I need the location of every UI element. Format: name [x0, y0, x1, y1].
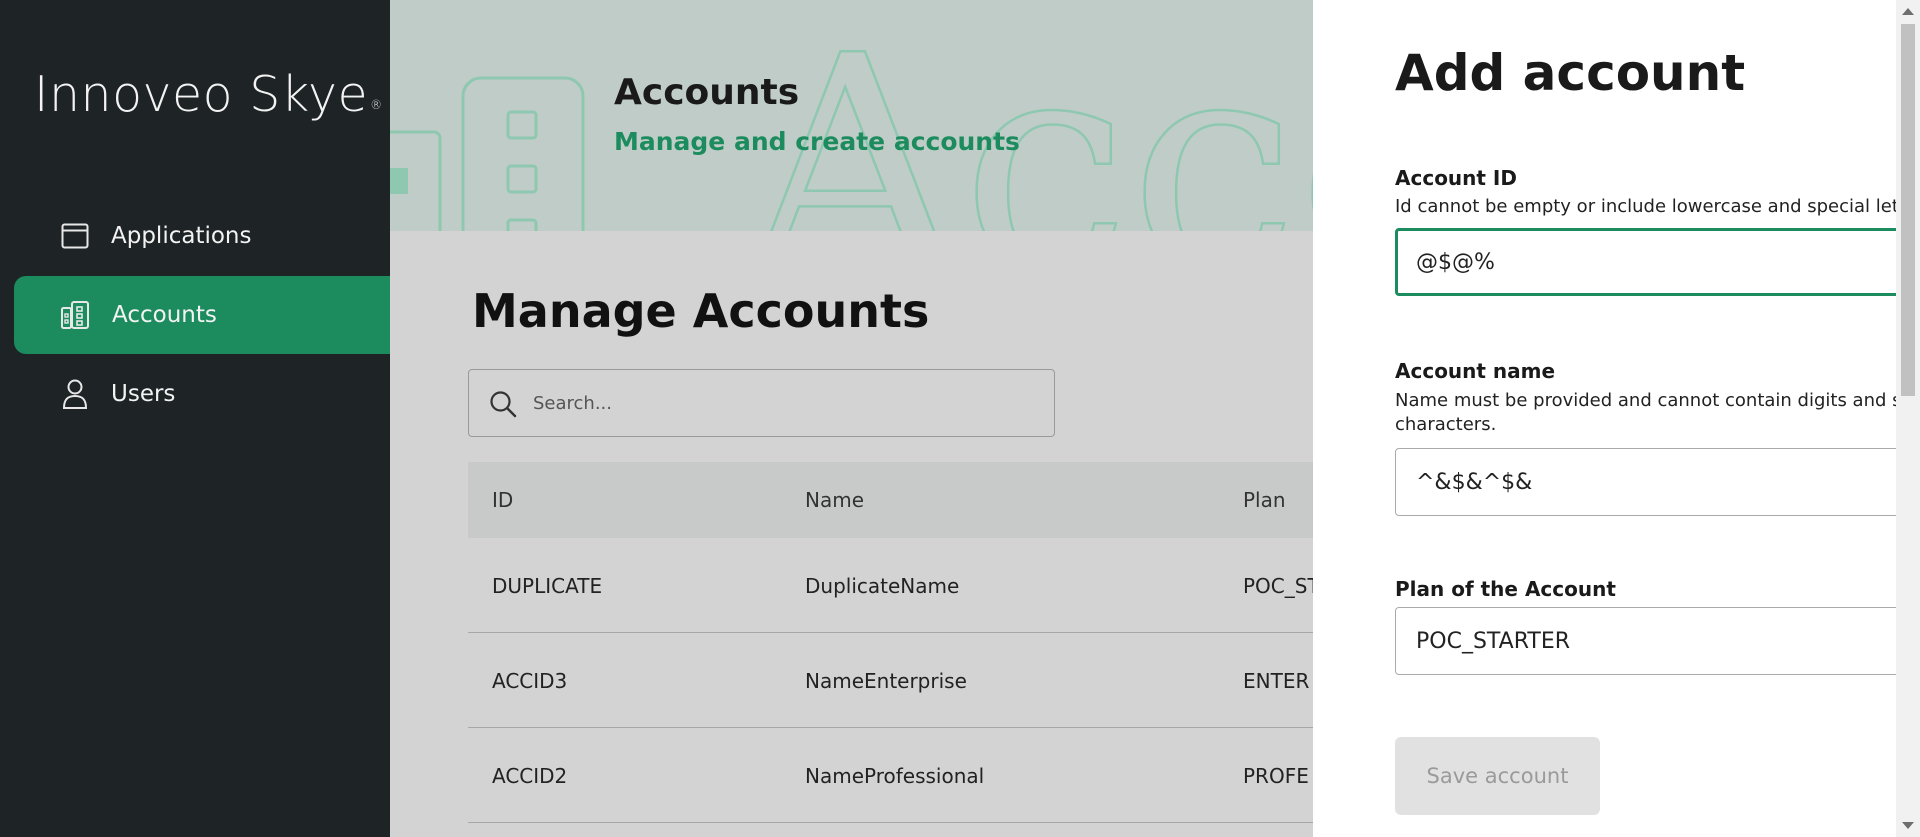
column-header-name[interactable]: Name [805, 488, 864, 512]
sidebar-item-applications[interactable]: Applications [14, 197, 390, 275]
cell-name: DuplicateName [805, 574, 960, 598]
cell-id: DUPLICATE [492, 574, 603, 598]
sidebar-item-label: Accounts [112, 302, 217, 328]
cell-id: ACCID2 [492, 764, 568, 788]
column-header-id[interactable]: ID [492, 488, 513, 512]
account-name-field[interactable] [1395, 448, 1920, 516]
cell-plan: ENTER [1243, 669, 1310, 693]
scrollbar-thumb[interactable] [1901, 24, 1915, 396]
account-id-label: Account ID [1395, 166, 1517, 190]
account-name-label: Account name [1395, 359, 1556, 383]
sidebar-item-label: Applications [111, 223, 252, 249]
sidebar: Innoveo Skye ® Applications Accounts User… [0, 0, 390, 837]
plan-field[interactable] [1395, 607, 1920, 675]
panel-title: Add account [1395, 44, 1746, 102]
sidebar-item-accounts[interactable]: Accounts [14, 276, 390, 354]
cell-plan: POC_ST [1243, 574, 1320, 598]
sidebar-item-users[interactable]: Users [14, 355, 390, 433]
panel-scrollbar[interactable] [1896, 0, 1920, 837]
column-header-plan[interactable]: Plan [1243, 488, 1286, 512]
search-box[interactable] [468, 369, 1055, 437]
account-name-help: Name must be provided and cannot contain… [1395, 390, 1920, 435]
section-title: Manage Accounts [472, 284, 930, 338]
search-input[interactable] [533, 370, 1033, 436]
save-account-button[interactable]: Save account [1395, 737, 1600, 815]
logo: Innoveo Skye ® [34, 66, 383, 123]
plan-label: Plan of the Account [1395, 577, 1616, 601]
cell-name: NameEnterprise [805, 669, 967, 693]
add-account-panel: Add account Account ID Id cannot be empt… [1313, 0, 1920, 837]
account-id-field[interactable] [1395, 228, 1920, 296]
scroll-down-icon[interactable] [1902, 822, 1914, 829]
user-icon [60, 379, 90, 409]
search-icon [490, 391, 517, 418]
sidebar-item-label: Users [111, 381, 176, 407]
page-subtitle: Manage and create accounts [614, 127, 1020, 156]
building-icon [60, 300, 90, 330]
scroll-up-icon[interactable] [1902, 8, 1914, 15]
cell-id: ACCID3 [492, 669, 568, 693]
window-icon [60, 221, 90, 251]
account-id-help: Id cannot be empty or include lowercase … [1395, 196, 1920, 217]
page-title: Accounts [614, 72, 800, 113]
cell-plan: PROFE [1243, 764, 1309, 788]
cell-name: NameProfessional [805, 764, 985, 788]
